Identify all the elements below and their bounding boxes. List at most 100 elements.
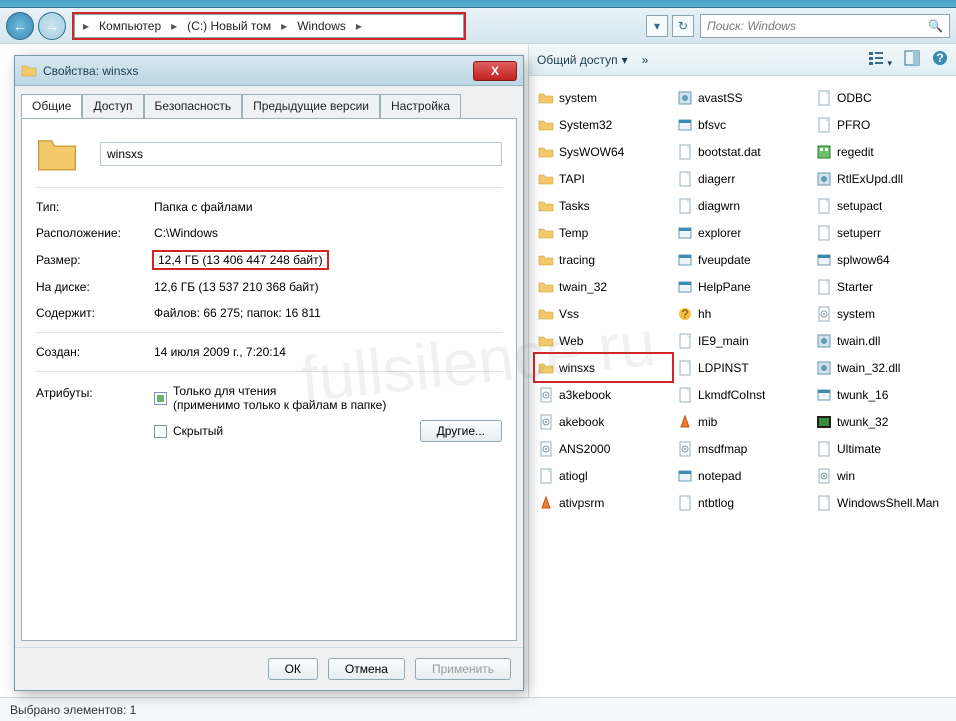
file-item[interactable]: notepad	[674, 462, 811, 489]
file-item[interactable]: twunk_16	[813, 381, 950, 408]
file-item[interactable]: akebook	[535, 408, 672, 435]
file-item[interactable]: avastSS	[674, 84, 811, 111]
breadcrumb-item[interactable]: (C:) Новый том	[181, 19, 277, 33]
checkbox-hidden[interactable]	[154, 425, 167, 438]
dialog-title: Свойства: winsxs	[43, 64, 138, 78]
window-glass-strip	[0, 0, 956, 8]
toolbar-overflow[interactable]: »	[642, 53, 649, 67]
file-item[interactable]: Web	[535, 327, 672, 354]
file-item[interactable]: RtlExUpd.dll	[813, 165, 950, 192]
file-name: Vss	[559, 307, 579, 321]
file-item[interactable]: WindowsShell.Man	[813, 489, 950, 516]
label-contains: Содержит:	[36, 306, 154, 320]
tab-general[interactable]: Общие	[21, 94, 82, 118]
svg-text:?: ?	[682, 307, 689, 321]
tab-sharing[interactable]: Доступ	[82, 94, 143, 118]
file-item[interactable]: PFRO	[813, 111, 950, 138]
file-item[interactable]: setuperr	[813, 219, 950, 246]
help-button[interactable]: ?	[932, 50, 948, 69]
file-item[interactable]: atiogl	[535, 462, 672, 489]
tab-security[interactable]: Безопасность	[144, 94, 243, 118]
label-attributes: Атрибуты:	[36, 384, 154, 400]
file-item[interactable]: Tasks	[535, 192, 672, 219]
file-item[interactable]: ANS2000	[535, 435, 672, 462]
file-item[interactable]: winsxs	[535, 354, 672, 381]
preview-pane-button[interactable]	[904, 50, 920, 69]
breadcrumb-history-button[interactable]: ▾	[646, 15, 668, 37]
readonly-note: (применимо только к файлам в папке)	[173, 398, 386, 412]
share-menu[interactable]: Общий доступ ▾	[537, 53, 628, 67]
dialog-titlebar[interactable]: Свойства: winsxs X	[15, 56, 523, 86]
file-item[interactable]: a3kebook	[535, 381, 672, 408]
file-item[interactable]: tracing	[535, 246, 672, 273]
file-item[interactable]: explorer	[674, 219, 811, 246]
file-item[interactable]: ativpsrm	[535, 489, 672, 516]
folder-name-field[interactable]: winsxs	[100, 142, 502, 166]
file-item[interactable]: Temp	[535, 219, 672, 246]
file-item[interactable]: diagwrn	[674, 192, 811, 219]
file-item[interactable]: Vss	[535, 300, 672, 327]
file-name: regedit	[837, 145, 874, 159]
file-item[interactable]: SysWOW64	[535, 138, 672, 165]
refresh-button[interactable]: ↻	[672, 15, 694, 37]
file-item[interactable]: IE9_main	[674, 327, 811, 354]
file-name: avastSS	[698, 91, 743, 105]
file-item[interactable]: ODBC	[813, 84, 950, 111]
file-item[interactable]: twain.dll	[813, 327, 950, 354]
file-name: notepad	[698, 469, 741, 483]
navigation-bar: ← → ▸ Компьютер ▸ (C:) Новый том ▸ Windo…	[0, 8, 956, 44]
file-list[interactable]: system avastSS ODBC System32 bfsvcPFRO SysWOW…	[529, 76, 956, 524]
breadcrumb-item[interactable]: Компьютер	[93, 19, 167, 33]
status-text: Выбрано элементов: 1	[10, 703, 136, 717]
file-item[interactable]: ?hh	[674, 300, 811, 327]
divider	[36, 332, 502, 333]
file-name: bootstat.dat	[698, 145, 761, 159]
file-item[interactable]: bfsvc	[674, 111, 811, 138]
apply-button[interactable]: Применить	[415, 658, 511, 680]
file-item[interactable]: mib	[674, 408, 811, 435]
file-name: RtlExUpd.dll	[837, 172, 903, 186]
tab-customize[interactable]: Настройка	[380, 94, 461, 118]
file-item[interactable]: regedit	[813, 138, 950, 165]
nav-forward-button[interactable]: →	[38, 12, 66, 40]
file-item[interactable]: fveupdate	[674, 246, 811, 273]
close-button[interactable]: X	[473, 61, 517, 81]
file-item[interactable]: diagerr	[674, 165, 811, 192]
file-item[interactable]: bootstat.dat	[674, 138, 811, 165]
cancel-button[interactable]: Отмена	[328, 658, 405, 680]
file-name: win	[837, 469, 855, 483]
file-item[interactable]: Starter	[813, 273, 950, 300]
file-item[interactable]: LDPINST	[674, 354, 811, 381]
file-item[interactable]: twain_32.dll	[813, 354, 950, 381]
file-item[interactable]: LkmdfCoInst	[674, 381, 811, 408]
file-item[interactable]: Ultimate	[813, 435, 950, 462]
file-item[interactable]: twain_32	[535, 273, 672, 300]
file-name: LkmdfCoInst	[698, 388, 765, 402]
explorer-toolbar: Общий доступ ▾ » ▾ ?	[529, 44, 956, 76]
file-item[interactable]: splwow64	[813, 246, 950, 273]
search-input[interactable]: Поиск: Windows 🔍	[700, 14, 950, 38]
breadcrumb[interactable]: ▸ Компьютер ▸ (C:) Новый том ▸ Windows ▸	[74, 14, 464, 38]
file-item[interactable]: msdfmap	[674, 435, 811, 462]
file-item[interactable]: TAPI	[535, 165, 672, 192]
file-name: System32	[559, 118, 612, 132]
view-options-button[interactable]: ▾	[868, 50, 892, 69]
breadcrumb-item[interactable]: Windows	[291, 19, 352, 33]
file-item[interactable]: setupact	[813, 192, 950, 219]
search-icon: 🔍	[928, 19, 943, 33]
file-item[interactable]: HelpPane	[674, 273, 811, 300]
file-item[interactable]: system	[535, 84, 672, 111]
file-item[interactable]: win	[813, 462, 950, 489]
label-size-on-disk: На диске:	[36, 280, 154, 294]
preview-pane-icon	[904, 50, 920, 66]
checkbox-readonly[interactable]	[154, 392, 167, 405]
ok-button[interactable]: ОК	[268, 658, 318, 680]
file-item[interactable]: ntbtlog	[674, 489, 811, 516]
file-item[interactable]: twunk_32	[813, 408, 950, 435]
tab-previous-versions[interactable]: Предыдущие версии	[242, 94, 380, 118]
advanced-attributes-button[interactable]: Другие...	[420, 420, 502, 442]
nav-back-button[interactable]: ←	[6, 12, 34, 40]
file-item[interactable]: System32	[535, 111, 672, 138]
file-name: msdfmap	[698, 442, 747, 456]
file-item[interactable]: system	[813, 300, 950, 327]
